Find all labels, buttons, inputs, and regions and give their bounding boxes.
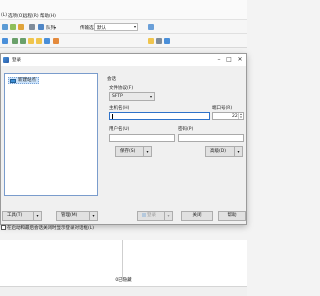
status-bar (0, 286, 247, 296)
transfer-icon[interactable] (148, 24, 154, 30)
advanced-button-label: 高级(D) (210, 149, 226, 154)
dialog-titlebar[interactable]: 登录 – □ ✕ (1, 54, 246, 66)
protocol-select[interactable]: SFTP ▾ (109, 92, 155, 101)
chevron-down-icon[interactable]: ▾ (89, 212, 97, 220)
menu-item-options[interactable]: 选项(O) (8, 13, 24, 19)
login-icon (142, 212, 146, 217)
queue-icon[interactable] (38, 24, 44, 30)
close-icon[interactable]: ✕ (235, 55, 245, 65)
menu-item-help[interactable]: 帮助(H) (40, 13, 56, 19)
folder-icon[interactable] (28, 38, 34, 44)
port-input[interactable]: 22 ▴ ▾ (212, 112, 244, 120)
site-item-label: 新建站点 (18, 78, 36, 83)
port-value: 22 (232, 114, 238, 119)
tools-button-label: 工具(T) (7, 213, 23, 218)
chevron-down-icon[interactable]: ▾ (54, 25, 56, 30)
site-item-new[interactable]: 新建站点 (8, 77, 39, 84)
remote-folder-icon[interactable] (148, 38, 154, 44)
computer-icon[interactable] (2, 38, 8, 44)
manage-button[interactable]: 管理(M) ▾ (56, 211, 98, 221)
home-icon[interactable] (53, 38, 59, 44)
chevron-down-icon: ▾ (149, 94, 152, 99)
close-button[interactable]: 关闭 (181, 211, 213, 221)
maximize-icon[interactable]: □ (224, 55, 234, 65)
sync-icon[interactable] (2, 24, 8, 30)
remote-refresh-icon[interactable] (164, 38, 170, 44)
host-input[interactable] (109, 112, 210, 120)
refresh-icon[interactable] (44, 38, 50, 44)
menu-item-local[interactable]: (L) (1, 13, 7, 18)
user-input[interactable] (109, 134, 175, 142)
password-label: 密码(P) (178, 127, 194, 132)
app-icon (3, 57, 9, 63)
host-label: 主机名(H) (109, 106, 130, 111)
menu-item-remote[interactable]: 远程(R) (23, 13, 39, 19)
chevron-down-icon[interactable]: ▾ (33, 212, 41, 220)
text-caret (112, 114, 113, 119)
save-button[interactable]: 保存(S) ▾ (115, 146, 152, 157)
startup-checkbox-label: 在启动和最后会话关闭时显示登录对话框(L) (7, 226, 95, 231)
port-label: 端口号(R) (212, 106, 233, 111)
minimize-icon[interactable]: – (214, 55, 224, 65)
login-button-label: 登录 (147, 213, 156, 218)
transfer-settings-select[interactable]: 默认 ▾ (94, 23, 138, 31)
session-section-label: 会话 (107, 77, 116, 82)
chevron-down-icon[interactable]: ▾ (164, 212, 172, 220)
save-button-label: 保存(S) (120, 149, 136, 154)
port-spinner[interactable]: ▴ ▾ (238, 113, 243, 119)
navigation-toolbar (0, 34, 247, 48)
manage-button-label: 管理(M) (61, 213, 78, 218)
pane-divider[interactable] (122, 240, 123, 280)
back-icon[interactable] (12, 38, 18, 44)
chevron-down-icon: ▾ (133, 24, 136, 29)
transfer-settings-value: 默认 (97, 26, 106, 31)
site-tree[interactable]: 新建站点 (4, 73, 98, 196)
dialog-title: 登录 (12, 58, 21, 63)
protocol-label: 文件协议(F) (109, 86, 134, 91)
help-button[interactable]: 帮助 (218, 211, 246, 221)
chevron-down-icon[interactable]: ▾ (143, 147, 151, 156)
main-menubar: (L) 选项(O) 远程(R) 帮助(H) (0, 0, 247, 20)
filter-icon[interactable] (156, 38, 162, 44)
folder-up-icon[interactable] (36, 38, 42, 44)
login-button[interactable]: 登录 ▾ (137, 211, 173, 221)
login-dialog: 登录 – □ ✕ 新建站点 会话 文件协议(F) SFTP ▾ 主机名(H) 端… (0, 53, 247, 225)
startup-checkbox[interactable] (1, 225, 6, 230)
main-toolbar: 队列 ▾ 传输选项 默认 ▾ (0, 20, 247, 34)
advanced-button[interactable]: 高级(D) ▾ (205, 146, 243, 157)
console-icon[interactable] (18, 24, 24, 30)
startup-checkbox-row[interactable]: 在启动和最后会话关闭时显示登录对话框(L) (1, 225, 94, 231)
hidden-count-status: 0已隐藏 (115, 278, 132, 283)
forward-icon[interactable] (20, 38, 26, 44)
password-input[interactable] (178, 134, 244, 142)
user-label: 用户名(U) (109, 127, 130, 132)
monitor-icon (10, 79, 16, 83)
terminal-icon[interactable] (10, 24, 16, 30)
gear-icon[interactable] (29, 24, 35, 30)
protocol-value: SFTP (112, 94, 123, 99)
chevron-down-icon[interactable]: ▾ (234, 147, 242, 156)
tools-button[interactable]: 工具(T) ▾ (2, 211, 42, 221)
